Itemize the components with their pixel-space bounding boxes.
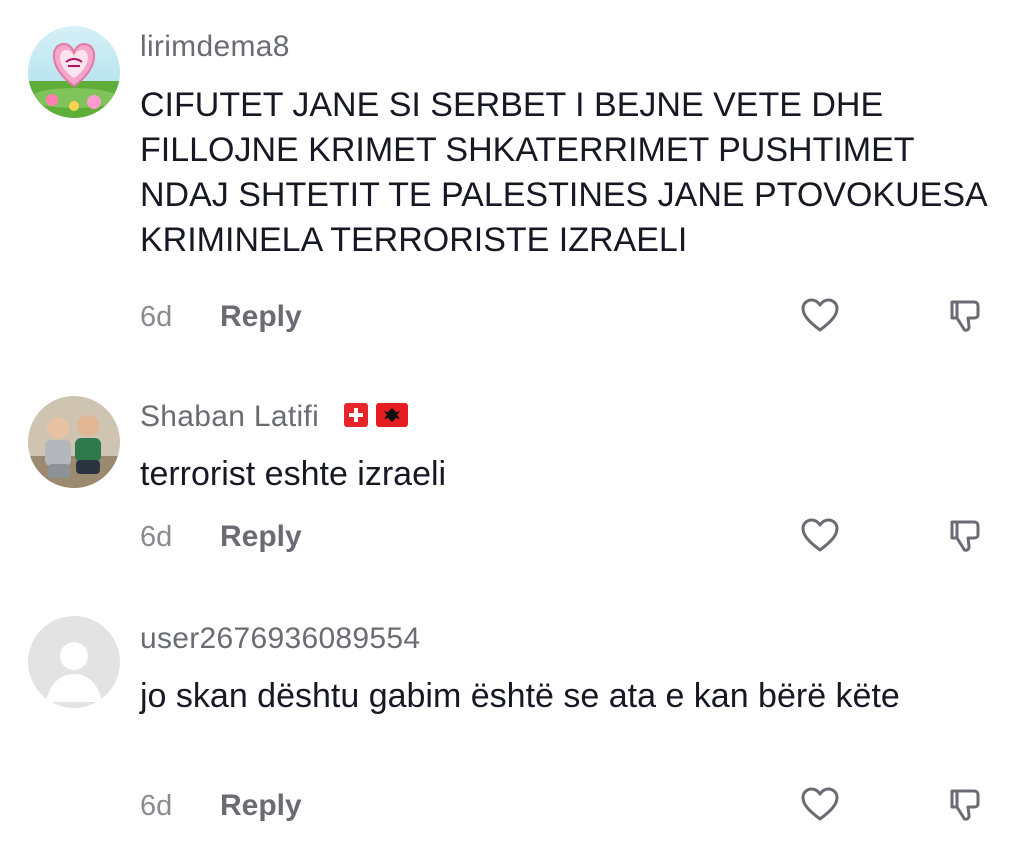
switzerland-flag-icon [343, 403, 368, 428]
dislike-icon[interactable] [944, 296, 984, 336]
avatar[interactable] [28, 396, 120, 488]
heart-icon[interactable] [800, 296, 840, 336]
timestamp: 6d [140, 520, 173, 553]
username[interactable]: lirimdema8 [140, 30, 290, 64]
comment-item: Shaban Latifi terrorist eshte izraeli 6d… [0, 350, 1024, 580]
comment-item: user2676936089554 jo skan dështu gabim ë… [0, 580, 1024, 856]
username-text: Shaban Latifi [140, 400, 320, 433]
timestamp: 6d [140, 300, 173, 333]
username[interactable]: Shaban Latifi [140, 400, 408, 434]
albania-flag-icon [375, 403, 408, 428]
heart-icon[interactable] [800, 516, 840, 556]
dislike-icon[interactable] [944, 516, 984, 556]
dislike-icon[interactable] [944, 785, 984, 825]
reply-button[interactable]: Reply [220, 300, 302, 334]
heart-icon[interactable] [800, 785, 840, 825]
comment-text: CIFUTET JANE SI SERBET I BEJNE VETE DHE … [140, 86, 986, 259]
photo-avatar [28, 396, 120, 488]
username[interactable]: user2676936089554 [140, 622, 420, 656]
comment-text: jo skan dështu gabim është se ata e kan … [140, 677, 900, 715]
comment-meta: 6d Reply [140, 786, 302, 826]
comment-meta: 6d Reply [140, 297, 302, 337]
allah-heart-icon [28, 26, 120, 118]
avatar[interactable] [28, 26, 120, 118]
reply-button[interactable]: Reply [220, 789, 302, 823]
avatar[interactable] [28, 616, 120, 708]
comment-meta: 6d Reply [140, 517, 302, 557]
timestamp: 6d [140, 789, 173, 822]
flag-emojis [343, 403, 408, 428]
reply-button[interactable]: Reply [220, 520, 302, 554]
comment-item: lirimdema8 CIFUTET JANE SI SERBET I BEJN… [0, 0, 1024, 350]
default-user-icon [28, 616, 120, 708]
comment-text: terrorist eshte izraeli [140, 455, 447, 493]
